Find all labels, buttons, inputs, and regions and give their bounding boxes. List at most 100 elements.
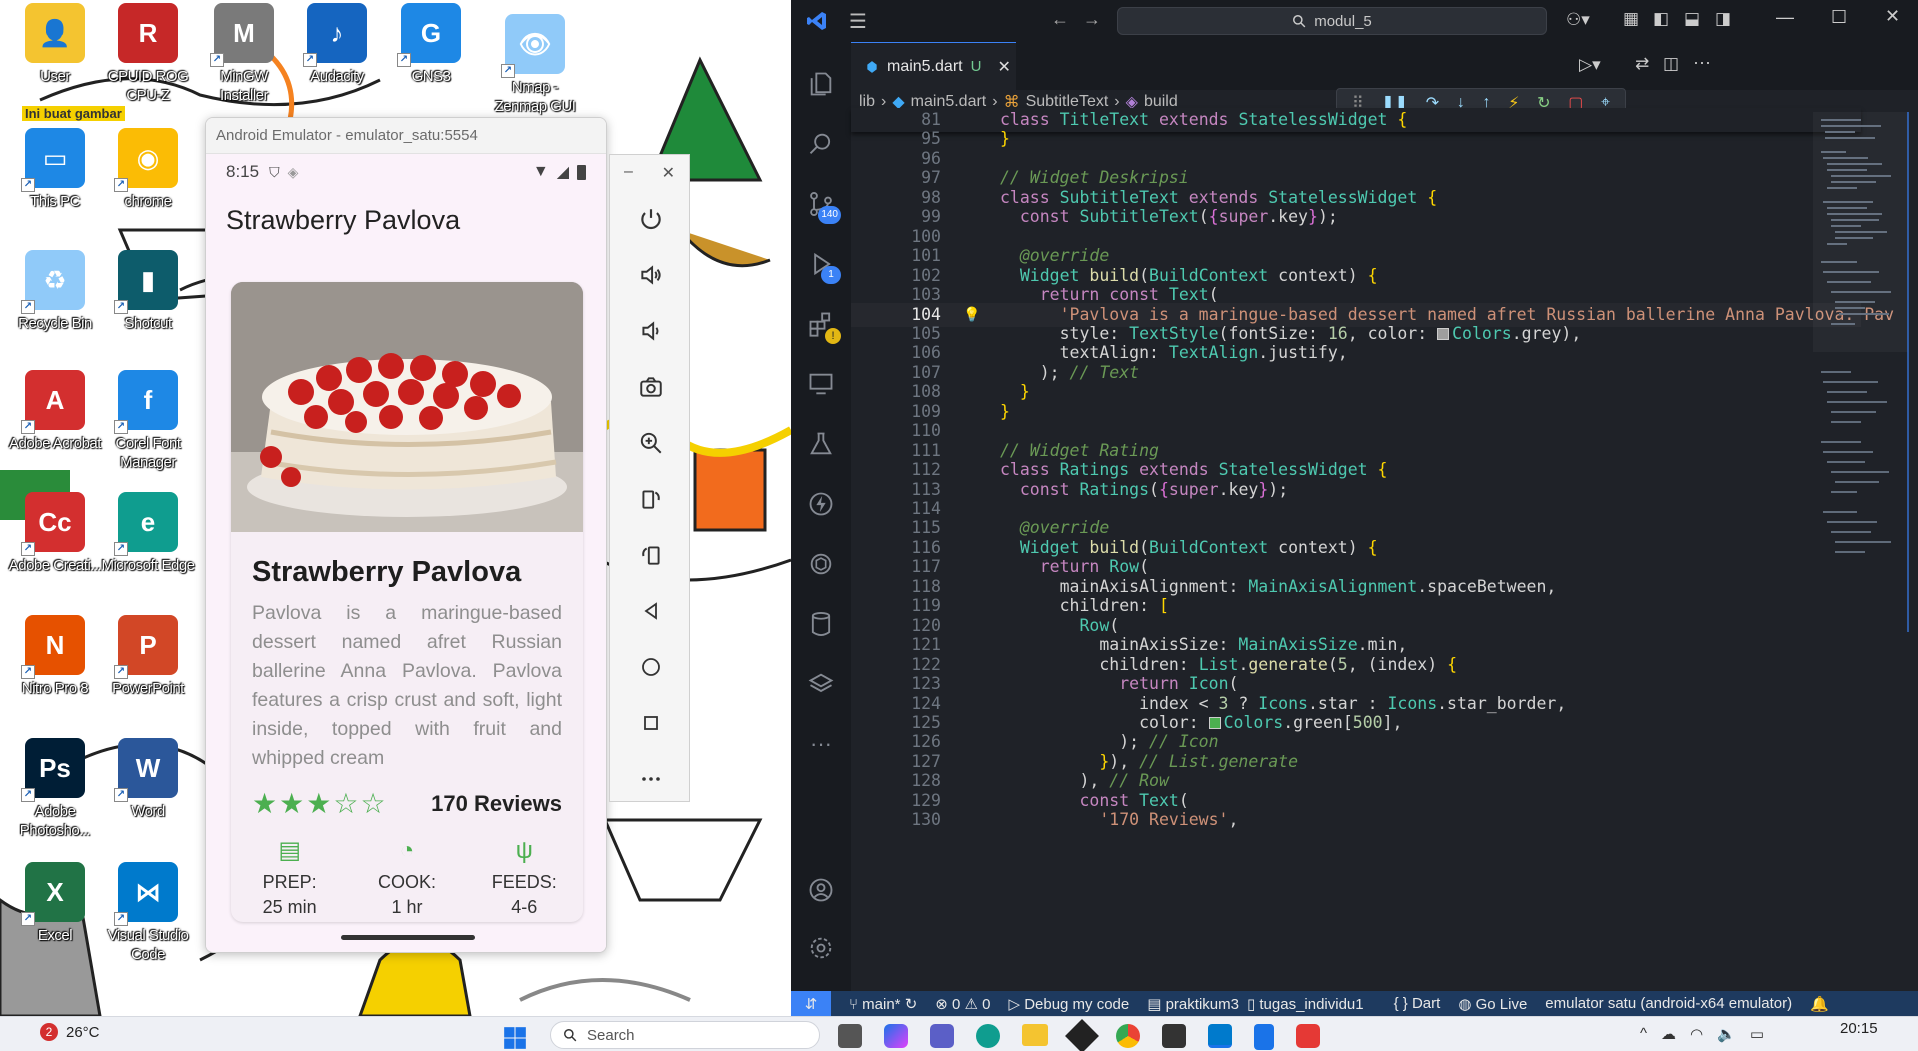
start-button[interactable]	[502, 1025, 528, 1051]
zoom-button[interactable]	[610, 415, 691, 471]
terminal-app-icon[interactable]	[1162, 1024, 1186, 1048]
manage-button[interactable]	[791, 918, 851, 978]
nav-back-icon[interactable]: ←	[1051, 9, 1069, 30]
window-minimize-button[interactable]: —	[1776, 7, 1794, 28]
desktop-icon-nmap-zenmap-gui[interactable]: 👁 ↗ Nmap - Zenmap GUI	[487, 14, 583, 116]
desktop-icon-audacity[interactable]: ♪ ↗ Audacity	[289, 3, 385, 86]
clock[interactable]: 20:15	[1840, 1020, 1878, 1037]
problems-status[interactable]: ⊗ 0 ⚠ 0	[935, 995, 990, 1013]
tab-close-icon[interactable]: ✕	[997, 57, 1010, 77]
desktop-icon-cpuid-rog-cpu-z[interactable]: R CPUID ROG CPU-Z	[100, 3, 196, 105]
flutter-devtools-icon[interactable]: ⇄	[1635, 54, 1649, 74]
edge-app-icon[interactable]	[976, 1024, 1000, 1048]
close-button[interactable]: ✕	[662, 163, 675, 183]
tab-main5-dart[interactable]: main5.dart U ✕	[851, 42, 1016, 90]
more-views-button[interactable]: ···	[791, 714, 851, 774]
desktop-icon-gns3[interactable]: G ↗ GNS3	[383, 3, 479, 86]
unity-app-icon[interactable]	[1065, 1019, 1099, 1051]
gesture-nav-handle[interactable]	[341, 935, 475, 940]
layers-button[interactable]	[791, 654, 851, 714]
code-editor[interactable]: 81 class TitleText extends StatelessWidge…	[851, 108, 1894, 991]
tray-chevron-icon[interactable]: ^	[1640, 1025, 1647, 1043]
toggle-sidebar-icon[interactable]: ◧	[1653, 9, 1669, 29]
android-emulator-window: Android Emulator - emulator_satu:5554 8:…	[205, 117, 607, 953]
desktop-icon-word[interactable]: W ↗ Word	[100, 738, 196, 821]
more-actions-icon[interactable]: ···	[1693, 52, 1711, 73]
debug-status[interactable]: ▷ Debug my code	[1008, 995, 1129, 1013]
chrome-app-icon[interactable]	[1116, 1024, 1140, 1048]
minimap[interactable]	[1811, 112, 1909, 632]
nav-forward-icon[interactable]: →	[1083, 9, 1101, 30]
teams-app-icon[interactable]	[930, 1024, 954, 1048]
toggle-panel-icon[interactable]: ⬓	[1684, 9, 1700, 29]
desktop-icon-label: Microsoft Edge	[101, 557, 195, 574]
desktop-icon-this-pc[interactable]: ▭ ↗ This PC	[7, 128, 103, 211]
desktop-icon-microsoft-edge[interactable]: e ↗ Microsoft Edge	[100, 492, 196, 575]
overview-button[interactable]	[610, 695, 691, 751]
copilot-icon[interactable]: ⚇▾	[1566, 10, 1590, 30]
more-button[interactable]	[610, 751, 691, 807]
flutter-button[interactable]	[791, 474, 851, 534]
minimize-button[interactable]: –	[624, 163, 633, 183]
desktop-icon-visual-studio-code[interactable]: ⋈ ↗ Visual Studio Code	[100, 862, 196, 964]
desktop-icon-excel[interactable]: X ↗ Excel	[7, 862, 103, 945]
desktop-icon-nitro-pro-8[interactable]: N ↗ Nitro Pro 8	[7, 615, 103, 698]
back-button[interactable]	[610, 583, 691, 639]
device-status[interactable]: emulator satu (android-x64 emulator)	[1545, 995, 1792, 1012]
power-button[interactable]	[610, 191, 691, 247]
battery-icon[interactable]: ▭	[1750, 1025, 1764, 1043]
run-play-icon[interactable]: ▷▾	[1579, 55, 1601, 75]
file-explorer-app-icon[interactable]	[1022, 1024, 1048, 1046]
screenshot-button[interactable]	[610, 359, 691, 415]
volume-up-button[interactable]	[610, 247, 691, 303]
weather-widget[interactable]: 2 26°C	[40, 1023, 100, 1041]
desktop-icon-powerpoint[interactable]: P ↗ PowerPoint	[100, 615, 196, 698]
desktop-icon-chrome[interactable]: ◉ ↗ chrome	[100, 128, 196, 211]
run-debug-button[interactable]: 1	[791, 234, 851, 294]
notifications-icon[interactable]: 🔔	[1810, 995, 1829, 1013]
extensions-button[interactable]: !	[791, 294, 851, 354]
source-control-button[interactable]: 140	[791, 174, 851, 234]
remote-indicator[interactable]: ⇵	[791, 991, 831, 1016]
go-live-status[interactable]: ◍ Go Live	[1458, 995, 1527, 1013]
snipping-app-icon[interactable]	[1296, 1024, 1320, 1048]
folder-status[interactable]: ▯ tugas_individu1	[1247, 995, 1364, 1013]
copilot-app-icon[interactable]	[884, 1024, 908, 1048]
home-button[interactable]	[610, 639, 691, 695]
onedrive-icon[interactable]: ☁	[1661, 1025, 1676, 1043]
desktop-icon-corel-font-manager[interactable]: f ↗ Corel Font Manager	[100, 370, 196, 472]
phone-link-app-icon[interactable]	[1254, 1024, 1274, 1050]
desktop-icon-mingw-installer[interactable]: M ↗ MinGW Installer	[196, 3, 292, 105]
speaker-icon[interactable]: 🔈	[1717, 1025, 1736, 1043]
explorer-button[interactable]	[791, 54, 851, 114]
desktop-icon-adobe-creati[interactable]: Cc ↗ Adobe Creati...	[7, 492, 103, 575]
search-view-button[interactable]	[791, 114, 851, 174]
split-editor-icon[interactable]: ◫	[1663, 54, 1679, 74]
database-button[interactable]	[791, 594, 851, 654]
wifi-icon[interactable]: ◠	[1690, 1025, 1703, 1043]
rotate-left-button[interactable]	[610, 471, 691, 527]
toggle-secondary-sidebar-icon[interactable]: ◨	[1715, 9, 1731, 29]
desktop-icon-adobe-acrobat[interactable]: A ↗ Adobe Acrobat	[7, 370, 103, 453]
command-center-search[interactable]: modul_5	[1117, 7, 1547, 35]
vscode-app-icon[interactable]	[1208, 1024, 1232, 1048]
task-view-icon[interactable]	[838, 1024, 862, 1048]
desktop-icon-recycle-bin[interactable]: ♻ ↗ Recycle Bin	[7, 250, 103, 333]
taskbar-search[interactable]: Search	[550, 1021, 820, 1049]
language-status[interactable]: { } Dart	[1394, 995, 1441, 1012]
window-close-button[interactable]: ✕	[1885, 6, 1900, 27]
testing-button[interactable]	[791, 414, 851, 474]
rotate-right-button[interactable]	[610, 527, 691, 583]
chatgpt-button[interactable]	[791, 534, 851, 594]
project-status[interactable]: ▤ praktikum3	[1147, 995, 1239, 1013]
accounts-button[interactable]	[791, 860, 851, 920]
window-maximize-button[interactable]: ☐	[1831, 7, 1847, 28]
volume-down-button[interactable]	[610, 303, 691, 359]
desktop-icon-user[interactable]: 👤 User	[7, 3, 103, 86]
desktop-icon-adobe-photosho[interactable]: Ps ↗ Adobe Photosho...	[7, 738, 103, 840]
git-branch-status[interactable]: ⑂ main* ↻	[849, 995, 917, 1013]
remote-explorer-button[interactable]	[791, 354, 851, 414]
desktop-icon-shotcut[interactable]: ▮ ↗ Shotcut	[100, 250, 196, 333]
menu-icon[interactable]: ☰	[849, 9, 867, 34]
layout-customize-icon[interactable]: ▦	[1623, 9, 1639, 29]
